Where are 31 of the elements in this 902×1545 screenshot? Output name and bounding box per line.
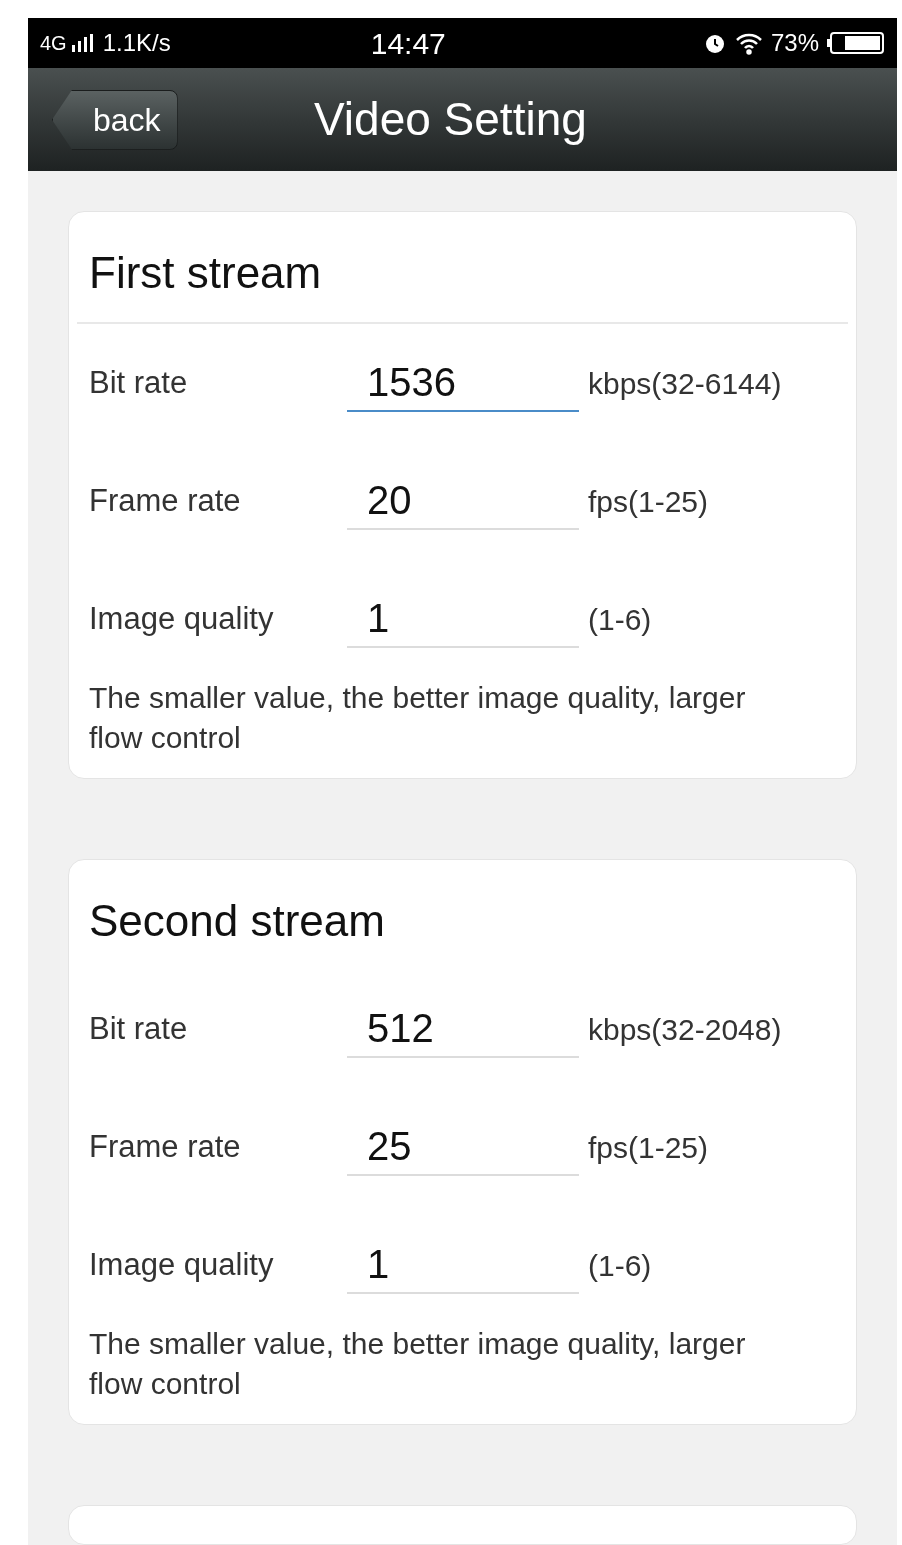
field-label: Bit rate	[89, 363, 189, 402]
card-title: Second stream	[89, 896, 385, 945]
battery-percent: 73%	[770, 28, 819, 59]
hint-text: The smaller value, the better image quality, larger flow control	[88, 1326, 747, 1402]
input-field[interactable]: 1	[347, 1236, 579, 1294]
field-label: Bit rate	[89, 1009, 189, 1048]
unit-range: (1-6)	[588, 601, 652, 638]
input-field[interactable]: 20	[347, 472, 579, 530]
wifi-icon	[734, 31, 763, 56]
signal-icon	[70, 33, 95, 54]
unit-range: (1-6)	[588, 1247, 652, 1284]
field-label: Frame rate	[89, 481, 242, 520]
unit-range: kbps(32-2048)	[588, 1011, 782, 1048]
field-label: Frame rate	[89, 1127, 242, 1166]
unit-range: fps(1-25)	[588, 1129, 709, 1166]
unit-range: kbps(32-6144)	[588, 365, 782, 402]
hint-text: The smaller value, the better image quality, larger flow control	[88, 680, 747, 756]
network-type: 4G	[40, 31, 67, 57]
input-field[interactable]: 1	[347, 590, 579, 648]
field-label: Image quality	[89, 599, 275, 638]
input-field[interactable]: 1536	[347, 354, 579, 412]
input-field[interactable]: 512	[347, 1000, 579, 1058]
card-title: First stream	[89, 248, 322, 297]
input-field[interactable]: 25	[347, 1118, 579, 1176]
field-label: Image quality	[89, 1245, 275, 1284]
network-speed: 1.1K/s	[102, 28, 171, 59]
back-button[interactable]: back	[52, 89, 178, 150]
battery-icon	[827, 32, 885, 55]
page-title: Video Setting	[314, 92, 587, 148]
clock: 14:47	[370, 25, 446, 62]
unit-range: fps(1-25)	[588, 483, 709, 520]
